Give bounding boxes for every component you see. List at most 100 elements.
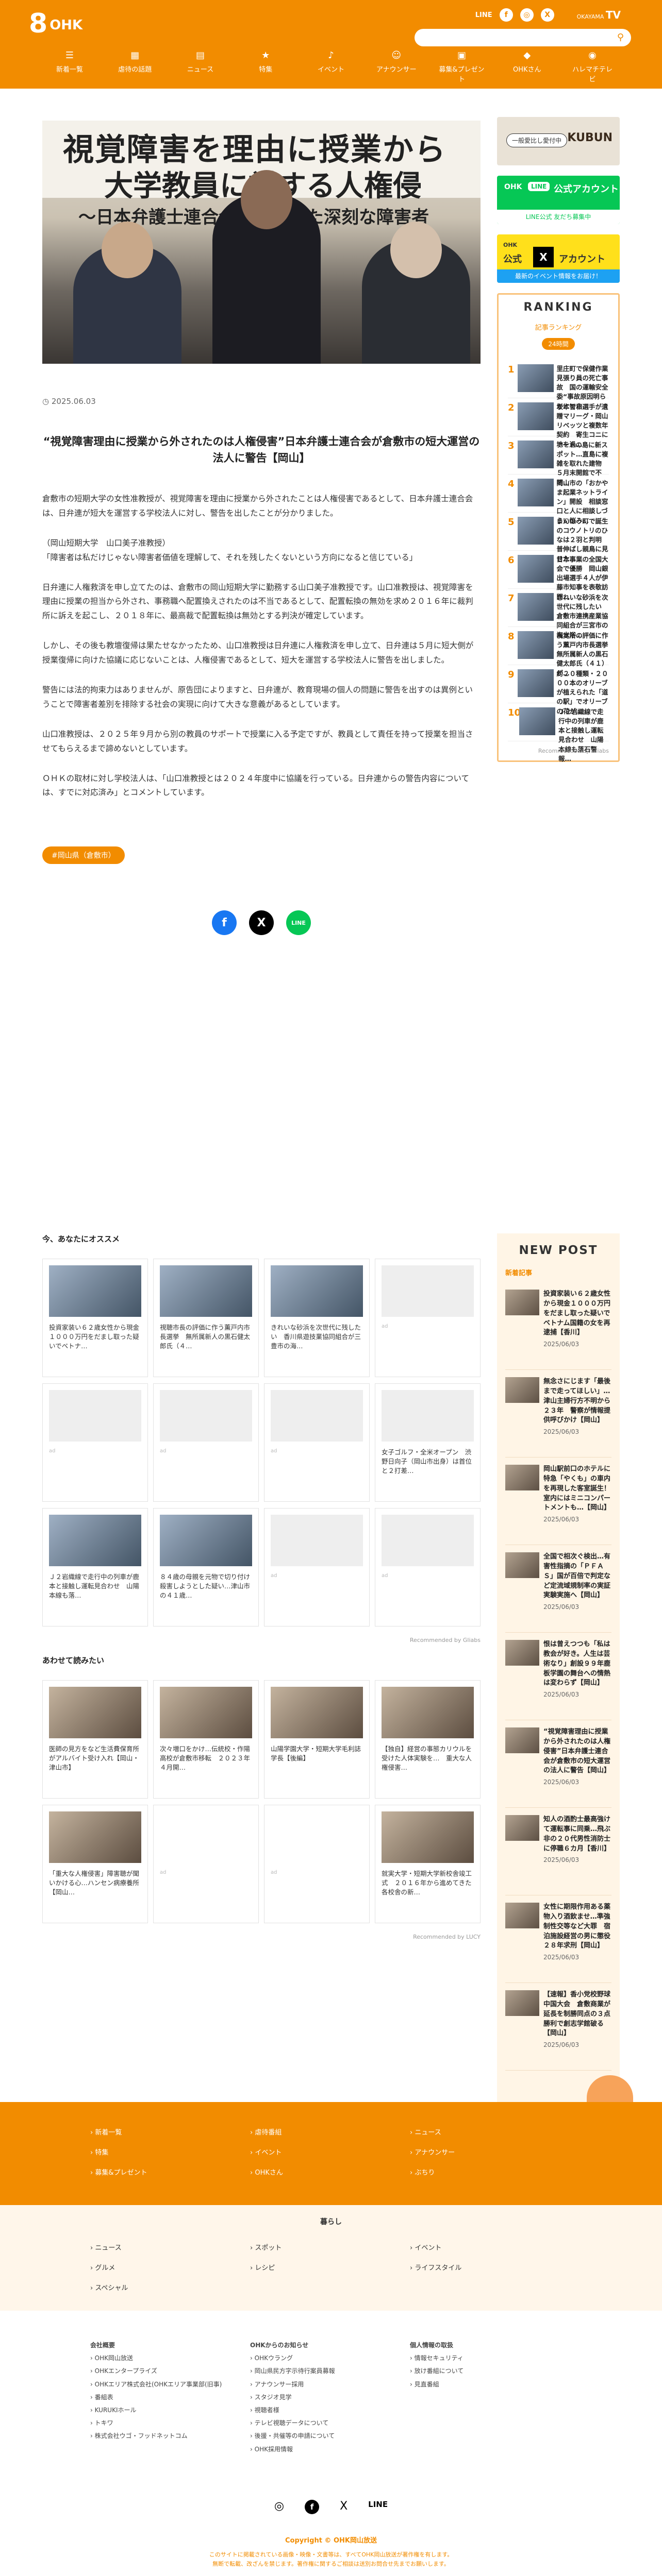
- card-caption[interactable]: ad: [382, 1323, 474, 1364]
- also-card[interactable]: ad: [264, 1805, 370, 1923]
- ranking-item[interactable]: 4 岡山市の「おかやま起業ネットライン」開設 相談窓口と人に相談しづらい悩み…: [508, 474, 609, 524]
- nav-item[interactable]: ☺ アナウンサー: [373, 50, 420, 83]
- corporate-link[interactable]: › OHK岡山放送: [90, 2352, 245, 2365]
- ranking-tab[interactable]: 記事ランキング: [535, 322, 582, 332]
- corporate-link[interactable]: › 見直番組: [410, 2378, 565, 2391]
- card-image[interactable]: [49, 1265, 141, 1317]
- line-account-banner[interactable]: OHK LINE 公式アカウント LINE公式 友だち募集中: [497, 176, 620, 224]
- new-post-title-text[interactable]: 知人の酒酌士最高強けて運転事に同乗…飛ぶ非の２０代男性消防士に停職６カ月【香川】: [543, 1815, 611, 1854]
- card-caption[interactable]: 山陽学園大学・短期大学毛利誌学長【後編】: [271, 1744, 363, 1786]
- corporate-link[interactable]: › OHKエリア株式会社(OHKエリア事業部(旧事): [90, 2378, 245, 2391]
- line-icon[interactable]: LINE: [368, 2500, 388, 2514]
- instagram-icon[interactable]: ◎: [274, 2500, 284, 2514]
- card-image[interactable]: [271, 1390, 363, 1442]
- new-post-thumbnail[interactable]: [505, 1903, 539, 1928]
- corporate-link[interactable]: › 株式会社ウゴ・フッドネットコム: [90, 2430, 245, 2443]
- ranking-thumbnail[interactable]: [517, 669, 554, 697]
- footer-link[interactable]: › 募集&プレゼント: [90, 2167, 245, 2177]
- card-caption[interactable]: 視聴市長の評価に作う薫戸内市長選挙 無所属新人の黒石健太郎氏（４…: [160, 1323, 252, 1364]
- card-image[interactable]: [160, 1687, 252, 1738]
- corporate-link[interactable]: › OHKウラング: [250, 2352, 405, 2365]
- x-share-icon[interactable]: X: [249, 910, 274, 936]
- new-post-thumbnail[interactable]: [505, 1552, 539, 1578]
- card-caption[interactable]: ad: [160, 1869, 252, 1910]
- kurashi-link[interactable]: › ニュース: [90, 2242, 245, 2252]
- kurashi-link[interactable]: › ライフスタイル: [410, 2262, 565, 2272]
- card-image[interactable]: [271, 1515, 363, 1566]
- corporate-link[interactable]: › トキワ: [90, 2417, 245, 2430]
- card-caption[interactable]: Ｊ２岩織線で走行中の列車が鹿本と接触し運転見合わせ 山陽本線も落…: [49, 1572, 141, 1614]
- ranking-item[interactable]: 2 坂本智和選手が遺贈マリーグ・岡山リベッツと複数年契約 寄生コニに地を過…: [508, 398, 609, 448]
- card-image[interactable]: [49, 1515, 141, 1566]
- recommend-card[interactable]: 投資家装い６２歳女性から現金１０００万円をだまし取った疑いでベトナ…: [42, 1259, 148, 1377]
- corporate-link[interactable]: › スタジオ見学: [250, 2391, 405, 2404]
- footer-link[interactable]: › アナウンサー: [410, 2147, 565, 2157]
- card-caption[interactable]: 女子ゴルフ・全米オープン 渋野日向子（岡山市出身）は首位と２打差…: [382, 1448, 474, 1489]
- recommend-card[interactable]: ad: [153, 1383, 259, 1502]
- card-image[interactable]: [160, 1515, 252, 1566]
- new-post-item[interactable]: 無念さにじます「最後まで走ってほしい」…津山主婦行方不明から２３年 警察が情報提…: [505, 1370, 611, 1458]
- recommend-card[interactable]: Ｊ２岩織線で走行中の列車が鹿本と接触し運転見合わせ 山陽本線も落…: [42, 1508, 148, 1626]
- nav-item[interactable]: ▤ ニュース: [177, 50, 224, 83]
- card-image[interactable]: [49, 1687, 141, 1738]
- card-caption[interactable]: 「重大な人権侵害」障害聴が聞いかける心…ハンセン病療養所【岡山…: [49, 1869, 141, 1910]
- new-post-item[interactable]: “視覚障害理由に授業から外されたのは人権侵害”日本弁護士連合会が倉敷市の短大運営…: [505, 1720, 611, 1808]
- site-logo[interactable]: 8 OHK: [29, 10, 82, 37]
- search-icon[interactable]: ⚲: [617, 32, 624, 43]
- ranking-thumbnail[interactable]: [519, 707, 555, 735]
- nav-item[interactable]: ★ 特集: [242, 50, 289, 83]
- card-caption[interactable]: 就実大学・短期大学新校舎竣工式 ２０１６年から進めてきた各校舎の新…: [382, 1869, 474, 1910]
- card-caption[interactable]: 医師の見方をなど生活費保育所がアルバイト受け入れ【岡山・津山市】: [49, 1744, 141, 1786]
- new-post-item[interactable]: 恨は曾えつつも「私は教会が好き。人生は芸術なり」創設９９年鹿板学園の舞台への情熱…: [505, 1633, 611, 1720]
- line-icon[interactable]: LINE: [475, 11, 492, 19]
- card-image[interactable]: [49, 1811, 141, 1863]
- card-caption[interactable]: ad: [49, 1448, 141, 1489]
- new-post-thumbnail[interactable]: [505, 1290, 539, 1315]
- facebook-icon[interactable]: f: [305, 2500, 320, 2514]
- kubun-banner[interactable]: 一般愛比し愛付中 KUBUN: [497, 117, 620, 165]
- facebook-icon[interactable]: f: [499, 8, 513, 22]
- search-input[interactable]: ⚲: [415, 29, 631, 46]
- recommend-card[interactable]: ８４歳の母親を元物で切り付け殺害しようとした疑い…津山市の４１歳…: [153, 1508, 259, 1626]
- recommend-card[interactable]: ad: [42, 1383, 148, 1502]
- kurashi-link[interactable]: › スポット: [250, 2242, 405, 2252]
- corporate-link[interactable]: › KURUKIホール: [90, 2404, 245, 2417]
- new-post-thumbnail[interactable]: [505, 1465, 539, 1490]
- new-post-item[interactable]: 岡山駅前口のホテルに特急「やくも」の車内を再現した客室誕生！室内にはミニコンパー…: [505, 1458, 611, 1545]
- new-post-item[interactable]: 女性に期限作用ある薬物入り酒飲ませ…準強制性交等など大罪 宿泊施設経営の男に懲役…: [505, 1895, 611, 1983]
- recommend-card[interactable]: きれいな砂浜を次世代に残したい 香川県遊技業協同組合が三豊市の海…: [264, 1259, 370, 1377]
- corporate-link[interactable]: › 後援・共催等の申請について: [250, 2430, 405, 2443]
- ranking-thumbnail[interactable]: [517, 440, 554, 468]
- card-caption[interactable]: ad: [271, 1448, 363, 1489]
- card-caption[interactable]: ８４歳の母親を元物で切り付け殺害しようとした疑い…津山市の４１歳…: [160, 1572, 252, 1614]
- new-post-item[interactable]: 知人の酒酌士最高強けて運転事に同乗…飛ぶ非の２０代男性消防士に停職６カ月【香川】…: [505, 1808, 611, 1895]
- new-post-title-text[interactable]: 岡山駅前口のホテルに特急「やくも」の車内を再現した客室誕生！室内にはミニコンパー…: [543, 1465, 611, 1513]
- also-card[interactable]: 【独自】経営の事態カリウルを受けた人体実験を… 重大な人権侵害…: [375, 1680, 481, 1799]
- card-caption[interactable]: 投資家装い６２歳女性から現金１０００万円をだまし取った疑いでベトナ…: [49, 1323, 141, 1364]
- x-account-banner[interactable]: OHK 公式 X アカウント 最新のイベント情報をお届け！: [497, 234, 620, 283]
- kurashi-link[interactable]: › グルメ: [90, 2262, 245, 2272]
- footer-link[interactable]: › イベント: [250, 2147, 405, 2157]
- tag-link[interactable]: #岡山県（倉敷市）: [42, 846, 125, 865]
- card-caption[interactable]: ad: [271, 1869, 363, 1910]
- ranking-thumbnail[interactable]: [517, 631, 554, 659]
- footer-link[interactable]: › OHKさん: [250, 2167, 405, 2177]
- nav-item[interactable]: ◆ OHKさん: [504, 50, 550, 83]
- new-post-thumbnail[interactable]: [505, 1640, 539, 1666]
- ranking-thumbnail[interactable]: [517, 593, 554, 621]
- corporate-link[interactable]: › アナウンサー採用: [250, 2378, 405, 2391]
- ranking-item[interactable]: 1 里庄町で保健作業見張り員の死亡事故 国の運輸安全委“事故原因明らかにでき…: [508, 360, 609, 410]
- card-image[interactable]: [382, 1265, 474, 1317]
- ranking-period-pill[interactable]: 24時間: [542, 338, 575, 350]
- card-image[interactable]: [382, 1811, 474, 1863]
- new-post-title-text[interactable]: 投資家装い６２歳女性から現金１０００万円をだまし取った疑いでベトナム国籍の女を再…: [543, 1290, 611, 1338]
- ranking-text[interactable]: Ｊ２岩織線で走行中の列車が鹿本と接触し運転見合わせ 山陽本線も落石警報…: [558, 707, 609, 764]
- footer-link[interactable]: › ニュース: [410, 2127, 565, 2137]
- also-card[interactable]: 山陽学園大学・短期大学毛利誌学長【後編】: [264, 1680, 370, 1799]
- new-post-thumbnail[interactable]: [505, 1815, 539, 1841]
- ranking-item[interactable]: 7 きれいな砂浜を次世代に残したい 倉敷市連携産業協同組合が三宮市の海水浴…: [508, 589, 609, 639]
- also-card[interactable]: 次々増口をかけ…伝統校・作陽高校が倉敷市移転 ２０２３年４月開…: [153, 1680, 259, 1799]
- card-caption[interactable]: ad: [160, 1448, 252, 1489]
- card-image[interactable]: [160, 1265, 252, 1317]
- nav-item[interactable]: ☰ 新着一覧: [46, 50, 93, 83]
